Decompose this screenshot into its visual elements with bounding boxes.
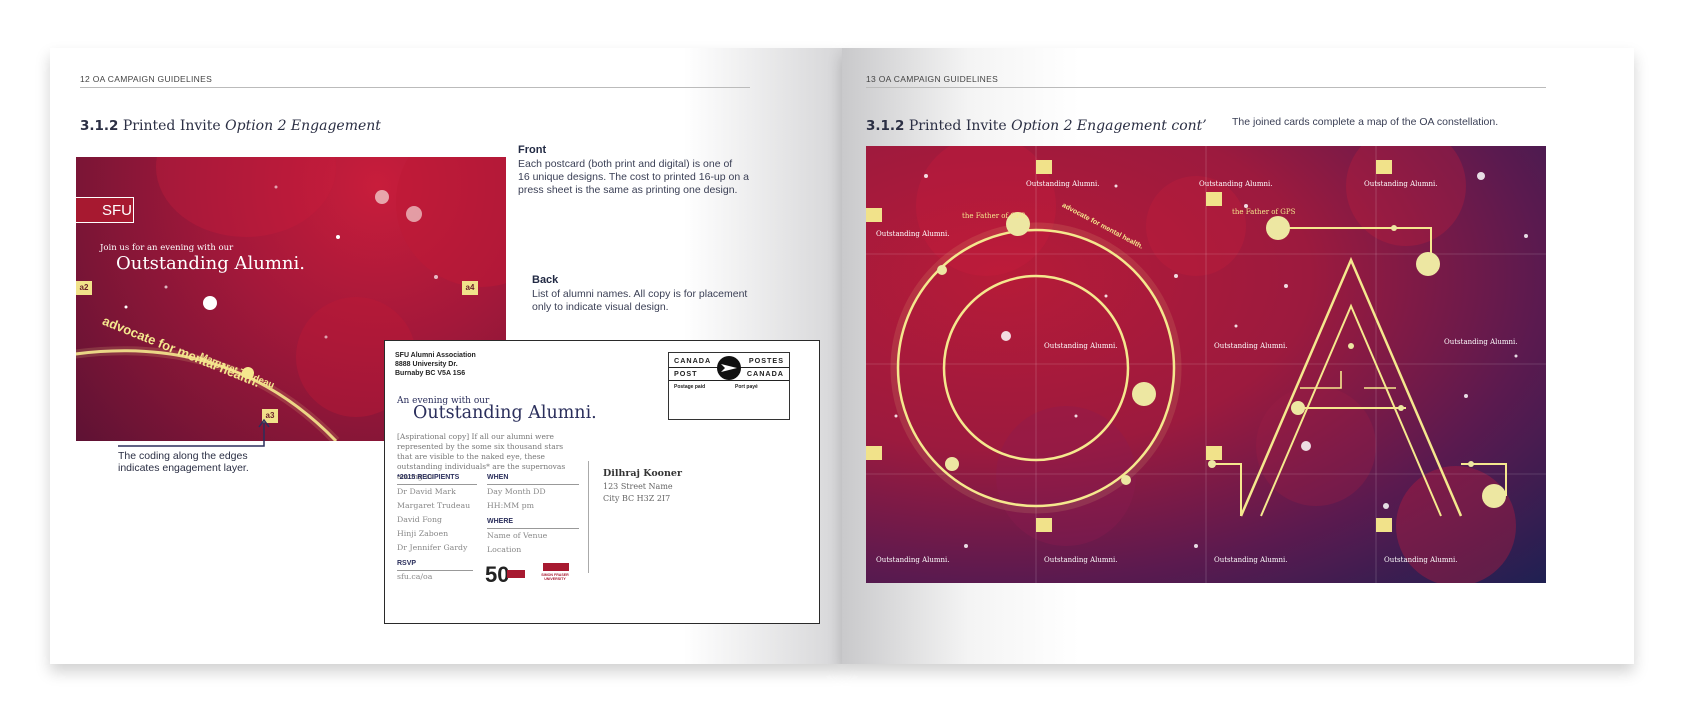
edge-code-tag: a2 [76, 281, 92, 295]
postage-stamp: CANADA POSTES POST CANADA Postage paid P… [668, 352, 790, 420]
join-text: Join us for an evening with our [100, 243, 234, 253]
map-label: Outstanding Alumni. [876, 230, 950, 238]
map-label: Outstanding Alumni. [1026, 180, 1100, 188]
map-label: Outstanding Alumni. [1199, 180, 1273, 188]
card-front-title: Outstanding Alumni. [116, 253, 305, 274]
back-description: List of alumni names. All copy is for pl… [532, 288, 748, 313]
constellation-map: Outstanding Alumni. Outstanding Alumni. … [866, 146, 1546, 583]
edge-code-tag [1206, 192, 1222, 206]
edge-code-tag: a4 [462, 281, 478, 295]
section-option: Option 2 Engagement cont’ [1011, 118, 1207, 134]
rsvp-heading: RSVP [397, 560, 417, 567]
map-label: Outstanding Alumni. [1044, 342, 1118, 350]
sfu-university-logo: SIMON FRASER UNIVERSITY [537, 563, 573, 587]
edge-code-tag [1036, 160, 1052, 174]
front-heading: Front [518, 144, 547, 156]
edge-code-tag [866, 208, 882, 222]
recipient-street: 123 Street Name [603, 482, 673, 491]
recipients-heading: *2015 RECIPIENTS [397, 474, 460, 481]
map-label: Outstanding Alumni. [1214, 342, 1288, 350]
section-title: 3.1.2 Printed Invite Option 2 Engagement [80, 118, 381, 134]
rsvp-value: sfu.ca/oa [397, 572, 433, 581]
section-title: 3.1.2 Printed Invite Option 2 Engagement… [866, 118, 1207, 134]
when-value: Day Month DD HH:MM pm [487, 487, 546, 510]
map-label: Outstanding Alumni. [1214, 556, 1288, 564]
front-description: Each postcard (both print and digital) i… [518, 158, 749, 196]
running-head: 13 OA CAMPAIGN GUIDELINES [866, 74, 999, 84]
map-label: Outstanding Alumni. [1044, 556, 1118, 564]
running-head: 12 OA CAMPAIGN GUIDELINES [80, 74, 213, 84]
address-divider [588, 461, 589, 573]
section-title-text: Printed Invite [908, 118, 1007, 134]
edge-code-tag [1376, 518, 1392, 532]
map-label: Outstanding Alumni. [1444, 338, 1518, 346]
back-heading: Back [532, 274, 559, 286]
recipient-name: Dilhraj Kooner [603, 468, 682, 479]
recipient-city: City BC H3Z 2I7 [603, 494, 671, 503]
card-back-title: Outstanding Alumni. [413, 403, 597, 423]
section-title-text: Printed Invite [122, 118, 221, 134]
return-address: SFU Alumni Association 8888 University D… [395, 352, 476, 377]
where-heading: WHERE [487, 518, 514, 525]
map-label: Outstanding Alumni. [1384, 556, 1458, 564]
edge-code-tag [1206, 446, 1222, 460]
callout-text: The coding along the edges indicates eng… [118, 450, 249, 474]
right-page: 13 OA CAMPAIGN GUIDELINES 3.1.2 Printed … [842, 48, 1634, 664]
recipients-list: Dr David Mark Margaret Trudeau David Fon… [397, 487, 471, 552]
left-page: 12 OA CAMPAIGN GUIDELINES 3.1.2 Printed … [50, 48, 842, 664]
section-number: 3.1.2 [80, 118, 119, 134]
where-value: Name of Venue Location [487, 531, 548, 554]
postcard-back: SFU Alumni Association 8888 University D… [384, 340, 820, 624]
map-label: the Father of GPS [1232, 208, 1296, 216]
map-label: the Father of GPS [962, 212, 1026, 220]
header-rule [80, 87, 750, 88]
section-number: 3.1.2 [866, 118, 905, 134]
canada-post-logo [717, 356, 741, 380]
sfu-logo: SFU [76, 197, 134, 223]
anniversary-logo: 50 [485, 563, 525, 587]
map-label: Outstanding Alumni. [1364, 180, 1438, 188]
map-label: Outstanding Alumni. [876, 556, 950, 564]
edge-code-tag [1036, 518, 1052, 532]
section-option: Option 2 Engagement [225, 118, 381, 134]
map-caption: The joined cards complete a map of the O… [1232, 116, 1499, 128]
edge-code-tag [866, 446, 882, 460]
header-rule [866, 87, 1546, 88]
when-heading: WHEN [487, 474, 509, 481]
edge-code-tag [1376, 160, 1392, 174]
